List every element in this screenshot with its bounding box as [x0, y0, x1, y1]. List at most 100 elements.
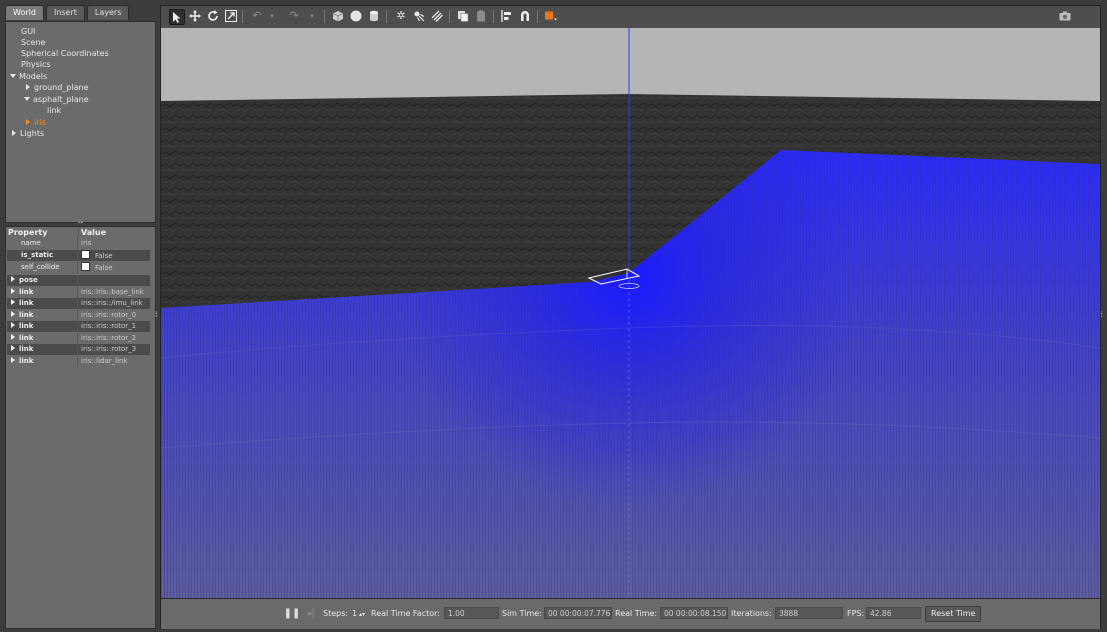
fps-label: FPS:	[847, 609, 865, 618]
scene-render	[161, 28, 1100, 598]
toolbar: ↶ ▾ ↷ ▾ ✲	[161, 6, 1100, 29]
align-icon[interactable]	[500, 9, 514, 23]
sim-time-label: Sim Time:	[502, 609, 542, 618]
undo-icon[interactable]: ↶	[250, 9, 264, 23]
tree-item-scene[interactable]: Scene	[21, 37, 45, 48]
box-icon[interactable]	[331, 9, 345, 23]
tree-item-iris[interactable]: iris	[26, 117, 46, 128]
panel-tabs: World Insert Layers	[5, 5, 154, 20]
prop-value: iris::iris::rotor_0	[77, 310, 150, 321]
translate-icon[interactable]	[188, 9, 202, 23]
collapsed-arrow-icon[interactable]	[26, 84, 30, 90]
tree-item-ground-plane[interactable]: ground_plane	[26, 82, 89, 93]
prop-row-link[interactable]: link iris::iris::rotor_1	[7, 321, 150, 332]
prop-key: link	[19, 299, 34, 307]
expanded-arrow-icon[interactable]	[24, 97, 30, 101]
paste-icon[interactable]	[474, 9, 488, 23]
expand-arrow-icon[interactable]	[11, 299, 15, 305]
expand-arrow-icon[interactable]	[11, 357, 15, 363]
rtf-field: 1.00	[444, 607, 499, 619]
snap-icon[interactable]	[518, 9, 532, 23]
pause-icon[interactable]: ❚❚	[284, 607, 301, 621]
prop-value: iris::iris::rotor_2	[77, 333, 150, 344]
self-collide-checkbox[interactable]	[81, 262, 90, 271]
tree-item-link[interactable]: link	[47, 105, 61, 116]
view-angle-icon[interactable]	[544, 9, 558, 23]
reset-time-button[interactable]: Reset Time	[925, 606, 982, 622]
prop-row-link[interactable]: link iris::iris::rotor_0	[7, 310, 150, 321]
tree-item-physics[interactable]: Physics	[21, 59, 51, 70]
tab-insert[interactable]: Insert	[45, 5, 85, 20]
expanded-arrow-icon[interactable]	[10, 74, 16, 78]
3d-viewport[interactable]	[161, 28, 1100, 598]
prop-row-self-collide[interactable]: self_collide False	[7, 262, 150, 273]
prop-value: iris::iris::rotor_1	[77, 321, 150, 332]
collapsed-arrow-icon[interactable]	[12, 130, 16, 136]
toolbar-separator	[493, 10, 494, 23]
sim-time-field: 00 00:00:07.776	[544, 607, 612, 619]
prop-key: name	[21, 239, 41, 247]
tree-item-lights[interactable]: Lights	[12, 128, 44, 139]
prop-key: link	[19, 345, 34, 353]
spot-light-icon[interactable]	[412, 9, 426, 23]
point-light-icon[interactable]: ✲	[394, 9, 408, 23]
tree-item-models[interactable]: Models	[10, 71, 47, 82]
toolbar-separator	[242, 10, 243, 23]
rotate-icon[interactable]	[206, 9, 220, 23]
prop-value	[77, 275, 150, 286]
real-time-field: 00 00:00:08.150	[660, 607, 728, 619]
expand-arrow-icon[interactable]	[11, 311, 15, 317]
sphere-icon[interactable]	[349, 9, 363, 23]
expand-arrow-icon[interactable]	[11, 334, 15, 340]
spinner-arrows-icon[interactable]: ▴▾	[357, 611, 365, 618]
tree-item-label: iris	[34, 118, 46, 127]
prop-key: is_static	[21, 251, 54, 259]
step-icon[interactable]: ▸▏	[307, 607, 321, 621]
steps-spinner[interactable]: 1 ▴▾	[352, 609, 365, 619]
prop-row-link[interactable]: link iris::iris::rotor_3	[7, 344, 150, 355]
collapsed-arrow-icon[interactable]	[26, 119, 30, 125]
expand-arrow-icon[interactable]	[11, 276, 15, 282]
world-tree: GUI Scene Spherical Coordinates Physics …	[5, 21, 156, 223]
expand-arrow-icon[interactable]	[11, 288, 15, 294]
prop-row-link[interactable]: link iris::iris::base_link	[7, 287, 150, 298]
redo-menu-icon[interactable]: ▾	[305, 9, 319, 23]
copy-icon[interactable]	[456, 9, 470, 23]
directional-light-icon[interactable]	[430, 9, 444, 23]
tree-item-asphalt-plane[interactable]: asphalt_plane	[24, 94, 89, 105]
left-panel: World Insert Layers GUI Scene Spherical …	[5, 5, 156, 629]
prop-value[interactable]: iris	[77, 238, 150, 249]
prop-row-pose[interactable]: pose	[7, 275, 150, 286]
select-arrow-icon[interactable]	[169, 9, 185, 25]
prop-row-link[interactable]: link iris::lidar_link	[7, 356, 150, 367]
prop-value: iris::iris::base_link	[77, 287, 150, 298]
prop-row-link[interactable]: link iris::iris::rotor_2	[7, 333, 150, 344]
screenshot-icon[interactable]	[1058, 9, 1072, 23]
iterations-label: Iterations:	[731, 609, 772, 618]
prop-row-is-static[interactable]: is_static False	[7, 250, 150, 261]
property-panel: Property Value name iris is_static False…	[5, 226, 156, 629]
toolbar-separator	[386, 10, 387, 23]
left-splitter-handle[interactable]: ⁞	[155, 310, 158, 320]
header-property: Property	[8, 228, 48, 237]
fps-field: 42.86	[866, 607, 921, 619]
prop-row-link[interactable]: link iris::iris::/imu_link	[7, 298, 150, 309]
redo-icon[interactable]: ↷	[287, 9, 301, 23]
undo-menu-icon[interactable]: ▾	[265, 9, 279, 23]
is-static-checkbox[interactable]	[81, 250, 90, 259]
expand-arrow-icon[interactable]	[11, 322, 15, 328]
cylinder-icon[interactable]	[367, 9, 381, 23]
tree-item-gui[interactable]: GUI	[21, 26, 35, 37]
scale-icon[interactable]	[224, 9, 238, 23]
prop-key: link	[19, 322, 34, 330]
prop-key: link	[19, 334, 34, 342]
tree-item-label: Lights	[20, 129, 45, 138]
tab-world[interactable]: World	[5, 5, 44, 20]
tab-layers[interactable]: Layers	[86, 5, 130, 20]
iterations-field: 3888	[775, 607, 843, 619]
prop-row-name[interactable]: name iris	[7, 238, 150, 249]
prop-value: iris::lidar_link	[77, 356, 150, 367]
expand-arrow-icon[interactable]	[11, 345, 15, 351]
toolbar-separator	[449, 10, 450, 23]
tree-item-spherical-coordinates[interactable]: Spherical Coordinates	[21, 48, 109, 59]
